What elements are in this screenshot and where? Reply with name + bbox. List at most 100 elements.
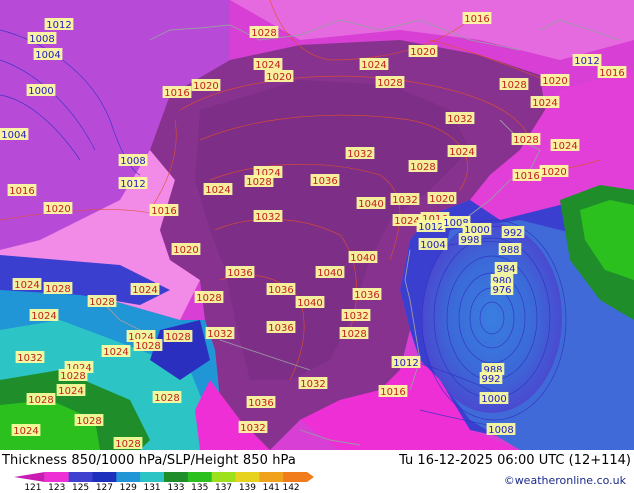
isobar-label: 1020 [43, 202, 73, 215]
isobar-label: 1020 [264, 70, 294, 83]
isobar-label-text: 1028 [246, 177, 271, 188]
isobar-label: 1024 [447, 145, 477, 158]
isobar-label: 1004 [0, 128, 29, 141]
isobar-label-text: 1016 [151, 206, 176, 217]
isobar-label: 1040 [356, 197, 386, 210]
isobar-label-text: 1032 [207, 329, 232, 340]
isobar-label: 1024 [56, 384, 86, 397]
isobar-label-text: 1024 [255, 60, 280, 71]
isobar-label-text: 1024 [361, 60, 386, 71]
isobar-label-text: 1024 [13, 426, 38, 437]
isobar-label: 1032 [238, 421, 268, 434]
isobar-label: 1024 [203, 183, 233, 196]
isobar-label-text: 1036 [268, 323, 293, 334]
isobar-label-text: 1008 [29, 34, 54, 45]
scale-tick-label: 139 [238, 483, 256, 493]
isobar-label-text: 1028 [341, 329, 366, 340]
isobar-label-text: 1028 [251, 28, 276, 39]
isobar-label-text: 1020 [410, 47, 435, 58]
isobar-label: 1040 [315, 266, 345, 279]
isobar-label-text: 1040 [317, 268, 342, 279]
isobar-label: 1028 [58, 369, 88, 382]
isobar-label-text: 1028 [410, 162, 435, 173]
isobar-label-text: 998 [460, 235, 479, 246]
scale-swatch [259, 472, 284, 482]
scale-tick-label: 142 [282, 483, 300, 493]
isobar-label-text: 1032 [17, 353, 42, 364]
isobar-label: 1024 [12, 278, 42, 291]
isobar-label-text: 1020 [173, 245, 198, 256]
isobar-label: 1036 [310, 174, 340, 187]
isobar-label-text: 1016 [599, 68, 624, 79]
isobar-label: 1020 [427, 192, 457, 205]
isobar-label-text: 1000 [28, 86, 53, 97]
isobar-label: 1024 [550, 139, 580, 152]
isobar-label: 1036 [246, 396, 276, 409]
scale-swatch-high-arrow [283, 472, 314, 482]
isobar-label-text: 1024 [532, 98, 557, 109]
isobar-label-text: 1036 [227, 268, 252, 279]
credit-link[interactable]: ©weatheronline.co.uk [504, 474, 626, 487]
isobar-label: 1008 [118, 154, 148, 167]
isobar-label: 998 [458, 233, 482, 246]
isobar-label: 984 [494, 262, 518, 275]
map-datetime: Tu 16-12-2025 06:00 UTC (12+114) [399, 453, 631, 468]
scale-tick-label: 131 [143, 483, 161, 493]
isobar-label: 1032 [298, 377, 328, 390]
isobar-label: 1028 [152, 391, 182, 404]
isobar-label: 1016 [462, 12, 492, 25]
isobar-label-text: 1016 [164, 88, 189, 99]
scale-swatch [116, 472, 141, 482]
isobar-label: 1020 [171, 243, 201, 256]
isobar-label: 1036 [225, 266, 255, 279]
isobar-label: 1032 [253, 210, 283, 223]
isobar-label: 1024 [359, 58, 389, 71]
isobar-label: 1028 [113, 437, 143, 450]
isobar-label: 1028 [26, 393, 56, 406]
isobar-label-text: 1028 [165, 332, 190, 343]
scale-tick-label: 137 [214, 483, 233, 493]
isobar-label: 1020 [540, 74, 570, 87]
isobar-label-text: 1008 [120, 156, 145, 167]
isobar-label-text: 1012 [574, 56, 599, 67]
isobar-label: 1024 [101, 345, 131, 358]
scale-tick-label: 127 [95, 483, 113, 493]
isobar-label: 1000 [26, 84, 56, 97]
isobar-label: 1036 [266, 321, 296, 334]
isobar-label-text: 1028 [45, 284, 70, 295]
isobar-label-text: 984 [496, 264, 515, 275]
isobar-label: 1012 [44, 18, 74, 31]
isobar-label: 1028 [499, 78, 529, 91]
isobar-label: 1028 [375, 76, 405, 89]
scale-swatch [164, 472, 189, 482]
isobar-label-text: 1024 [552, 141, 577, 152]
isobar-label-text: 1028 [115, 439, 140, 450]
scale-swatch [187, 472, 213, 482]
isobar-label: 1020 [408, 45, 438, 58]
isobar-label-text: 1040 [358, 199, 383, 210]
isobar-label: 992 [479, 372, 503, 385]
isobar-label-text: 1012 [393, 358, 418, 369]
isobar-label-text: 1028 [196, 293, 221, 304]
isobar-label: 1028 [163, 330, 193, 343]
isobar-label-text: 1004 [35, 50, 60, 61]
isobar-label: 1040 [295, 296, 325, 309]
isobar-label: 1016 [162, 86, 192, 99]
isobar-label-text: 1004 [1, 130, 26, 141]
isobar-label: 976 [490, 283, 514, 296]
scale-tick-label: 135 [191, 483, 209, 493]
isobar-label: 1028 [408, 160, 438, 173]
isobar-label: 1016 [512, 169, 542, 182]
isobar-label-text: 1032 [392, 195, 417, 206]
isobar-label: 1008 [486, 423, 516, 436]
weather-map: 101210081004100010041008101210161020 1016… [0, 0, 634, 450]
scale-tick-label: 121 [24, 483, 42, 493]
isobar-label-text: 1028 [76, 416, 101, 427]
isobar-label: 1016 [378, 385, 408, 398]
scale-tick-label: 141 [262, 483, 280, 493]
isobar-label-text: 1028 [135, 341, 160, 352]
isobar-label-text: 1004 [420, 240, 445, 251]
isobar-label: 1024 [253, 58, 283, 71]
isobar-label: 1028 [43, 282, 73, 295]
isobar-label-text: 1016 [464, 14, 489, 25]
